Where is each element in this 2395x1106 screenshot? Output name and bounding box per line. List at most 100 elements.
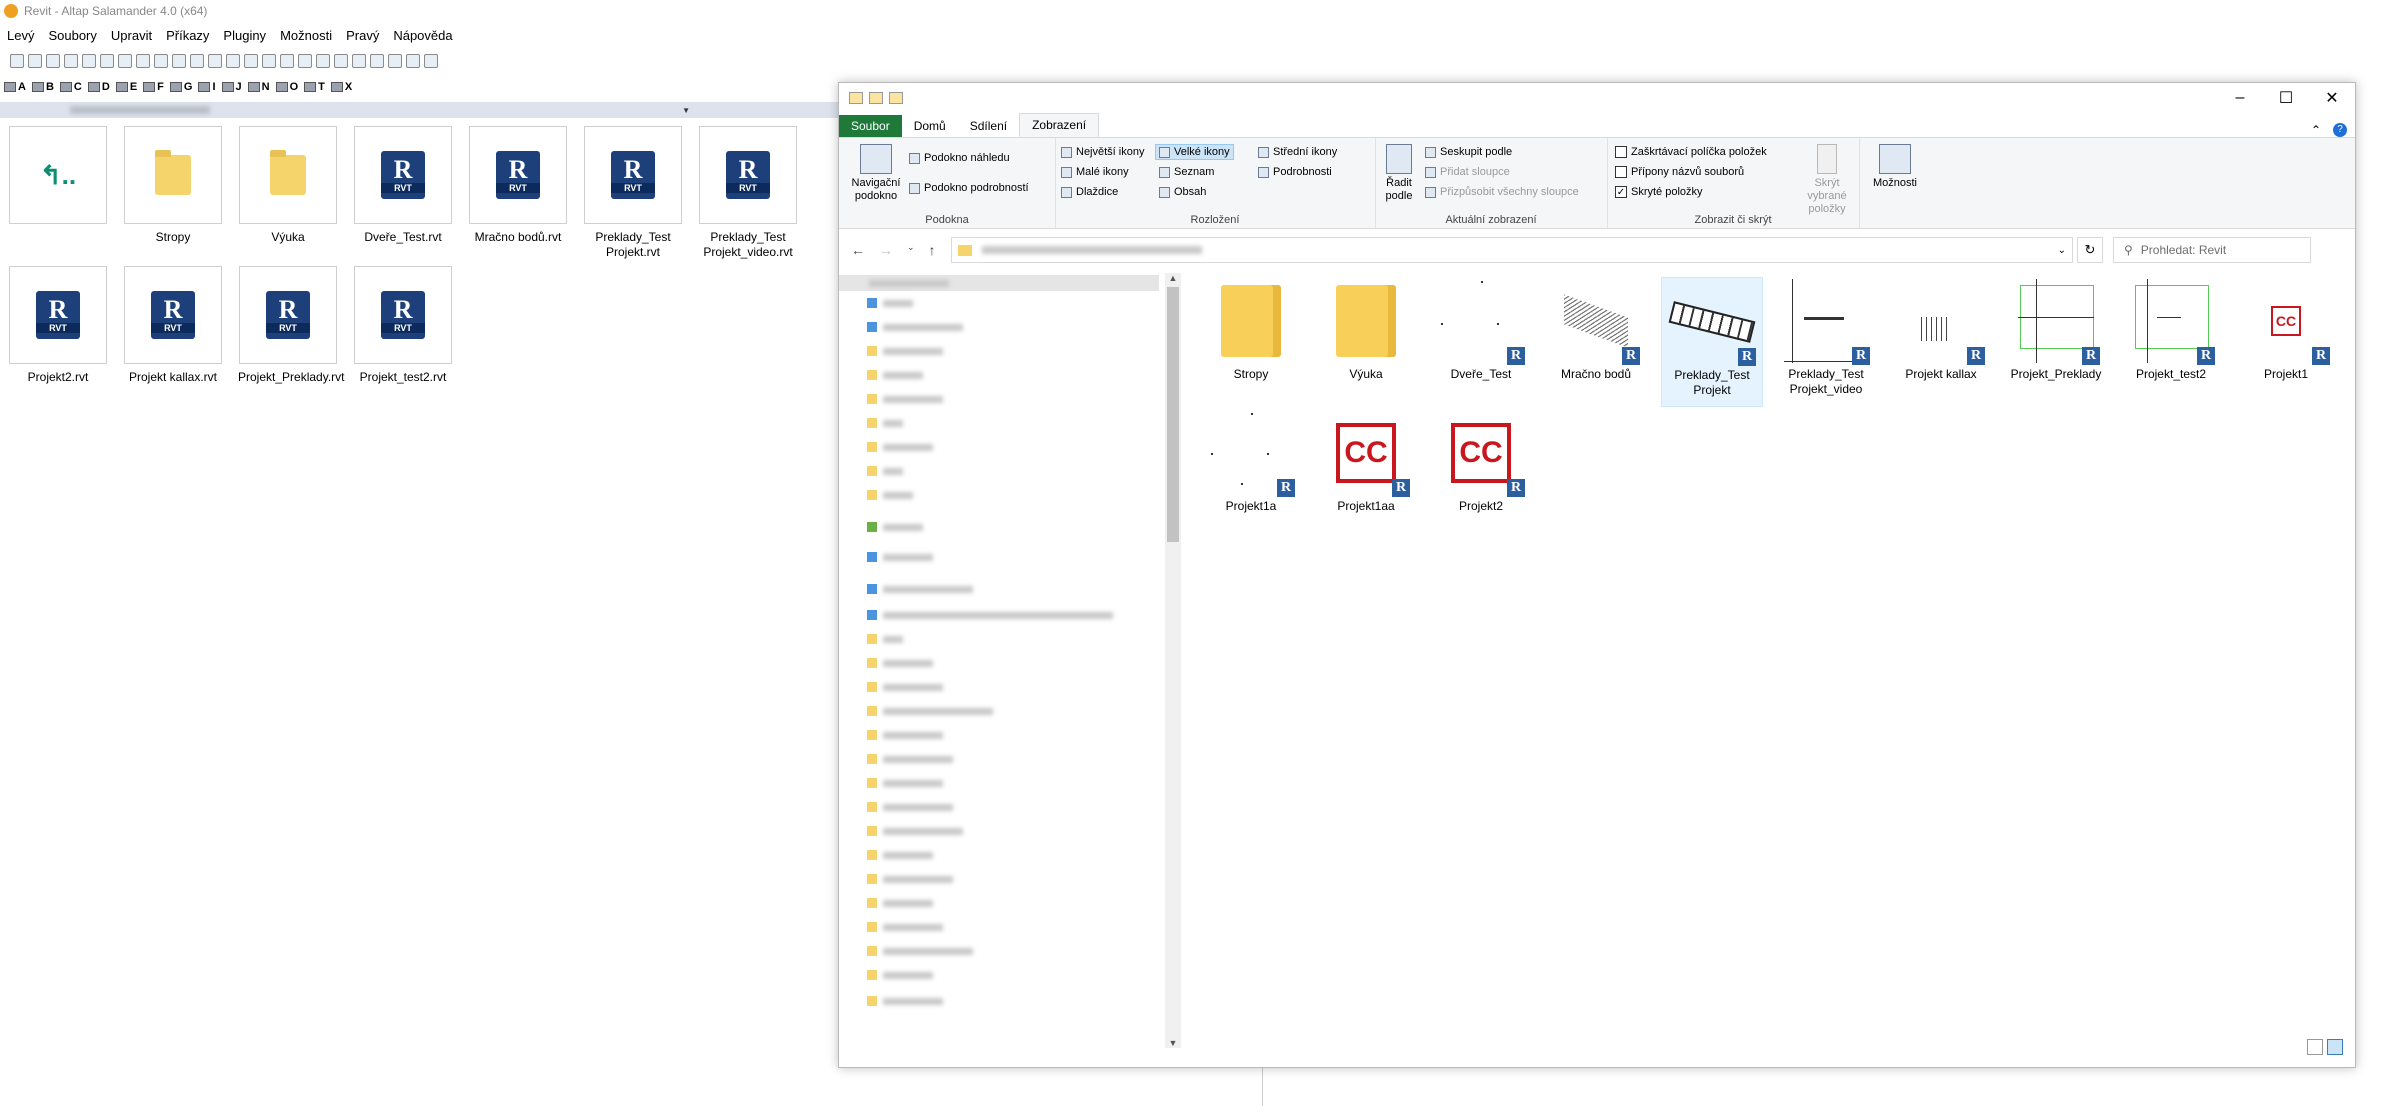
file-item[interactable]: R Projekt_Preklady bbox=[2006, 277, 2106, 382]
layout-extra-large-icons[interactable]: Největší ikony bbox=[1061, 146, 1144, 158]
file-item[interactable]: CC R Projekt1aa bbox=[1316, 409, 1416, 514]
help-icon[interactable]: ? bbox=[2333, 123, 2347, 137]
layout-medium-icons[interactable]: Střední ikony bbox=[1258, 146, 1337, 158]
file-tile[interactable]: R RVT Projekt_Preklady.rvt bbox=[238, 266, 344, 385]
cut-icon[interactable] bbox=[118, 54, 132, 68]
file-tile[interactable]: R RVT Preklady_Test Projekt.rvt bbox=[583, 126, 683, 260]
nav-item[interactable] bbox=[867, 521, 923, 533]
file-item[interactable]: R Projekt kallax bbox=[1891, 277, 1991, 382]
minimize-icon[interactable]: – bbox=[2217, 83, 2263, 113]
layout-content[interactable]: Obsah bbox=[1159, 186, 1206, 198]
close-icon[interactable]: ✕ bbox=[2309, 83, 2355, 113]
nav-item[interactable] bbox=[867, 897, 933, 909]
menu-pravy[interactable]: Pravý bbox=[339, 28, 386, 43]
toolbar-button[interactable] bbox=[316, 54, 330, 68]
nav-item[interactable] bbox=[867, 729, 943, 741]
nav-item[interactable] bbox=[867, 873, 953, 885]
nav-item[interactable] bbox=[867, 657, 933, 669]
menu-pluginy[interactable]: Pluginy bbox=[216, 28, 273, 43]
nav-item[interactable] bbox=[867, 393, 943, 405]
nav-item[interactable] bbox=[867, 705, 993, 717]
chevron-down-icon[interactable]: ⌄ bbox=[2058, 245, 2066, 256]
menu-napoveda[interactable]: Nápověda bbox=[386, 28, 459, 43]
search-icon[interactable] bbox=[298, 54, 312, 68]
checkbox-checked[interactable]: ✓ bbox=[1615, 186, 1627, 198]
folder-icon[interactable] bbox=[388, 54, 402, 68]
file-item[interactable]: Stropy bbox=[1201, 277, 1301, 382]
navigation-pane-button[interactable]: Navigační podokno bbox=[847, 144, 905, 203]
drive-a[interactable]: A bbox=[4, 81, 26, 93]
address-bar[interactable]: ⌄ bbox=[951, 237, 2073, 263]
file-tile[interactable]: R RVT Projekt2.rvt bbox=[8, 266, 108, 385]
group-by-button[interactable]: Seskupit podle bbox=[1425, 146, 1512, 158]
toolbar-button[interactable] bbox=[10, 54, 24, 68]
back-icon[interactable]: ← bbox=[851, 242, 865, 258]
file-item[interactable]: R Projekt_test2 bbox=[2121, 277, 2221, 382]
drive-j[interactable]: J bbox=[221, 81, 242, 93]
tab-soubor[interactable]: Soubor bbox=[839, 115, 902, 137]
drive-i[interactable]: I bbox=[198, 81, 216, 93]
file-item[interactable]: R Mračno bodů bbox=[1546, 277, 1646, 382]
forward-icon[interactable] bbox=[46, 54, 60, 68]
nav-item[interactable] bbox=[867, 681, 943, 693]
drive-f[interactable]: F bbox=[143, 81, 164, 93]
layout-large-icons[interactable]: Velké ikony bbox=[1155, 144, 1234, 160]
file-tile[interactable]: Stropy bbox=[123, 126, 223, 245]
menu-moznosti[interactable]: Možnosti bbox=[273, 28, 339, 43]
menu-levy[interactable]: Levý bbox=[0, 28, 41, 43]
maximize-icon[interactable]: ☐ bbox=[2263, 83, 2309, 113]
filter-icon[interactable] bbox=[82, 54, 96, 68]
drive-o[interactable]: O bbox=[275, 81, 298, 93]
nav-item[interactable] bbox=[867, 369, 923, 381]
checkbox[interactable] bbox=[1615, 146, 1627, 158]
nav-item[interactable] bbox=[867, 297, 913, 309]
nav-item[interactable] bbox=[867, 921, 943, 933]
file-tile[interactable]: R RVT Dveře_Test.rvt bbox=[353, 126, 453, 245]
menu-prikazy[interactable]: Příkazy bbox=[159, 28, 216, 43]
menu-upravit[interactable]: Upravit bbox=[104, 28, 159, 43]
item-checkboxes-option[interactable]: Zaškrtávací políčka položek bbox=[1615, 146, 1767, 158]
file-tile[interactable]: R RVT Projekt_test2.rvt bbox=[353, 266, 453, 385]
nav-item[interactable] bbox=[867, 777, 943, 789]
nav-item[interactable] bbox=[867, 825, 963, 837]
toolbar-button[interactable] bbox=[406, 54, 420, 68]
nav-item[interactable] bbox=[867, 969, 933, 981]
file-tile-up[interactable]: ↰.. bbox=[8, 126, 108, 224]
drive-b[interactable]: B bbox=[31, 81, 54, 93]
file-item[interactable]: R Dveře_Test bbox=[1431, 277, 1531, 382]
drive-c[interactable]: C bbox=[59, 81, 82, 93]
scroll-up-icon[interactable]: ▲ bbox=[1165, 273, 1181, 283]
layout-list[interactable]: Seznam bbox=[1159, 166, 1214, 178]
drive-t[interactable]: T bbox=[304, 81, 325, 93]
preview-pane-button[interactable]: Podokno náhledu bbox=[909, 152, 1010, 164]
paste-icon[interactable] bbox=[154, 54, 168, 68]
nav-item[interactable] bbox=[867, 465, 903, 477]
toolbar-button[interactable] bbox=[64, 54, 78, 68]
drive-g[interactable]: G bbox=[169, 81, 192, 93]
nav-item[interactable] bbox=[867, 441, 933, 453]
toolbar-button[interactable] bbox=[226, 54, 240, 68]
drive-e[interactable]: E bbox=[115, 81, 137, 93]
chevron-up-icon[interactable]: ⌃ bbox=[2311, 123, 2321, 137]
properties-icon[interactable] bbox=[869, 92, 883, 104]
nav-item[interactable] bbox=[839, 275, 1159, 291]
file-item[interactable]: CC R Projekt2 bbox=[1431, 409, 1531, 514]
toolbar-button[interactable] bbox=[424, 54, 438, 68]
add-columns-button[interactable]: Přidat sloupce bbox=[1425, 166, 1510, 178]
folder-icon[interactable] bbox=[849, 92, 863, 104]
toolbar-button[interactable] bbox=[280, 54, 294, 68]
forward-icon[interactable]: → bbox=[879, 242, 893, 258]
scrollbar-thumb[interactable] bbox=[1167, 287, 1179, 542]
view-mode-icon[interactable] bbox=[352, 54, 366, 68]
nav-item[interactable] bbox=[867, 345, 943, 357]
nav-item[interactable] bbox=[867, 489, 913, 501]
nav-item[interactable] bbox=[867, 945, 973, 957]
tab-zobrazeni[interactable]: Zobrazení bbox=[1019, 113, 1100, 137]
toolbar-button[interactable] bbox=[262, 54, 276, 68]
file-extensions-option[interactable]: Přípony názvů souborů bbox=[1615, 166, 1744, 178]
layout-tiles[interactable]: Dlaždice bbox=[1061, 186, 1118, 198]
toolbar-button[interactable] bbox=[190, 54, 204, 68]
drive-n[interactable]: N bbox=[247, 81, 270, 93]
nav-item[interactable] bbox=[867, 609, 1113, 621]
tab-sdileni[interactable]: Sdílení bbox=[958, 115, 1019, 137]
